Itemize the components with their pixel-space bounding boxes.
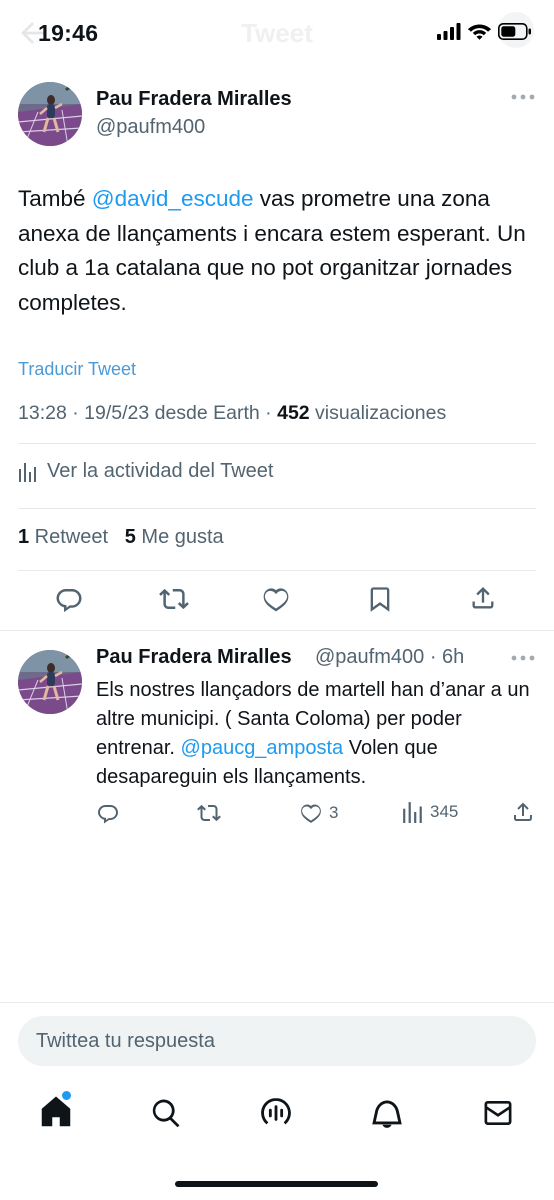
like-icon[interactable] [261, 584, 291, 614]
status-bar: Tweet 19:46 [0, 0, 554, 66]
retweets-label: Retweet [29, 526, 109, 548]
author-name[interactable]: Pau Fradera Miralles [96, 88, 292, 111]
reply-icon[interactable] [54, 584, 84, 614]
engagement-counts: 1 Retweet 5 Me gusta [18, 526, 224, 549]
mention-link[interactable]: @david_escude [92, 186, 254, 211]
views-count: 452 [277, 402, 310, 424]
tweet-activity-link[interactable]: Ver la actividad del Tweet [18, 460, 273, 483]
clock: 19:46 [38, 20, 99, 46]
divider [0, 1002, 554, 1003]
compose-placeholder: Twittea tu respuesta [36, 1030, 215, 1052]
divider [18, 508, 536, 509]
signal-icon [437, 23, 461, 40]
translate-link[interactable]: Traducir Tweet [18, 359, 136, 380]
reply-more-icon[interactable] [511, 654, 535, 662]
more-icon[interactable] [511, 93, 535, 101]
reply-like-count: 3 [329, 803, 339, 822]
likes-count: 5 [124, 526, 136, 548]
likes-label: Me gusta [135, 526, 224, 548]
timestamp: 13:28 · 19/5/23 desde Earth · [18, 402, 278, 424]
reply-mention-link[interactable]: @paucg_amposta [181, 737, 344, 759]
reply-compose-input[interactable]: Twittea tu respuesta [18, 1016, 536, 1066]
tweet-text: També @david_escude vas prometre una zon… [18, 182, 538, 320]
reply-share-icon[interactable] [511, 800, 535, 824]
retweets-stat[interactable]: 1 Retweet [18, 526, 108, 548]
avatar[interactable] [18, 82, 82, 146]
spaces-icon[interactable] [259, 1096, 293, 1130]
status-icons [437, 23, 532, 40]
tweet-text-start: També [18, 186, 92, 211]
reply-like-icon [301, 804, 321, 823]
messages-icon[interactable] [481, 1097, 515, 1129]
reply-avatar[interactable] [18, 650, 82, 714]
reply-views-icon [403, 802, 422, 823]
analytics-icon [19, 462, 36, 482]
author-handle[interactable]: @paufm400 [96, 116, 205, 139]
notifications-icon[interactable] [370, 1096, 404, 1130]
divider [0, 630, 554, 631]
reply-reply-icon[interactable] [96, 801, 120, 825]
views-label: visualizaciones [309, 402, 447, 424]
tweet-meta: 13:28 · 19/5/23 desde Earth · 452 visual… [18, 402, 446, 425]
reply-retweet-icon[interactable] [196, 801, 222, 825]
share-icon[interactable] [469, 583, 497, 613]
home-indicator [175, 1181, 378, 1187]
retweet-icon[interactable] [158, 584, 190, 614]
reply-views-count: 345 [430, 802, 459, 821]
divider [18, 443, 536, 444]
search-icon[interactable] [149, 1096, 183, 1130]
reply-author-handle[interactable]: @paufm400 · 6h [315, 646, 464, 669]
home-notification-dot [62, 1091, 71, 1100]
divider [18, 570, 536, 571]
reply-text: Els nostres llançadors de martell han d’… [96, 676, 536, 792]
wifi-icon [468, 24, 491, 40]
likes-stat[interactable]: 5 Me gusta [125, 526, 224, 548]
retweets-count: 1 [18, 526, 30, 548]
reply-author-name[interactable]: Pau Fradera Miralles [96, 646, 292, 669]
reply-views-button[interactable]: 345 [402, 801, 458, 823]
activity-label: Ver la actividad del Tweet [47, 460, 274, 482]
battery-icon [498, 23, 531, 40]
bookmark-icon[interactable] [366, 584, 394, 614]
reply-like-button[interactable]: 3 [299, 801, 338, 825]
